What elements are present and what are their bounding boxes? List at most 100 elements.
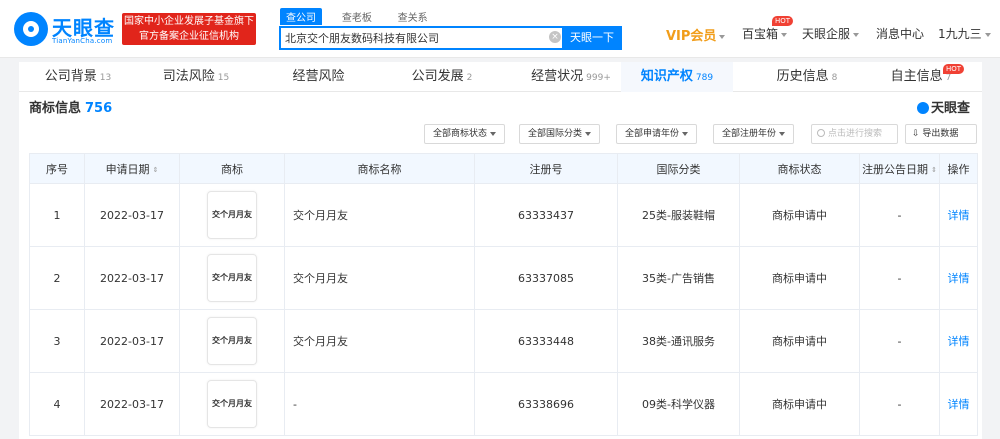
tab-company-background[interactable]: 公司背景 13: [37, 62, 119, 92]
export-icon: ⇩: [912, 129, 923, 139]
brand-watermark: 天眼查: [917, 97, 970, 116]
search-box: ×: [279, 26, 562, 50]
cell-name: 交个月月友: [284, 309, 475, 373]
trademark-image[interactable]: 交个月月友: [207, 191, 257, 239]
tab-search-relation[interactable]: 查关系: [392, 8, 434, 25]
toolbox-label: 百宝箱: [742, 27, 779, 41]
tab-self-info[interactable]: 自主信息 7 HOT: [885, 62, 965, 92]
cell-class: 35类-广告销售: [617, 246, 740, 310]
cell-reg-no: 63338696: [474, 372, 618, 436]
sort-icon: ⇕: [152, 165, 159, 174]
fund-badge-line2: 官方备案企业征信机构: [139, 31, 239, 42]
toolbox-menu[interactable]: 百宝箱 HOT: [742, 16, 794, 42]
cell-status: 商标申请中: [739, 183, 860, 247]
cell-action: 详情: [939, 372, 978, 436]
cell-date: 2022-03-17: [84, 246, 180, 310]
fund-badge[interactable]: 国家中小企业发展子基金旗下 官方备案企业征信机构: [122, 13, 256, 45]
cell-status: 商标申请中: [739, 246, 860, 310]
chevron-down-icon: [781, 32, 788, 37]
col-header: 注册号: [474, 153, 618, 184]
cell-no: 2: [29, 246, 85, 310]
cell-status: 商标申请中: [739, 372, 860, 436]
col-header: 商标: [179, 153, 285, 184]
cell-no: 4: [29, 372, 85, 436]
enterprise-service-label: 天眼企服: [802, 27, 851, 41]
col-header: 序号: [29, 153, 85, 184]
col-header: 商标名称: [284, 153, 475, 184]
cell-date: 2022-03-17: [84, 372, 180, 436]
chevron-down-icon: [984, 32, 991, 37]
chevron-down-icon: [779, 131, 786, 136]
table-row: 3 2022-03-17 交个月月友 交个月月友 63333448 38类-通讯…: [29, 309, 978, 373]
section-title-text: 商标信息: [29, 101, 82, 116]
hot-badge: HOT: [943, 64, 965, 74]
content-card: 公司背景 13 司法风险 15 经营风险 公司发展 2 经营状况 999+ 知识产权 78…: [19, 62, 982, 439]
cell-reg-no: 63333448: [474, 309, 618, 373]
search-input[interactable]: [285, 30, 535, 46]
tab-operating-risk[interactable]: 经营风险: [289, 62, 351, 92]
cell-action: 详情: [939, 246, 978, 310]
logo-subtitle: TianYanCha.com: [52, 37, 113, 45]
cell-reg-no: 63333437: [474, 183, 618, 247]
table-header-row: 序号 申请日期 ⇕ 商标 商标名称 注册号 国际分类 商标状态 注册公告日期 ⇕ 操…: [29, 153, 978, 184]
tab-judicial-risk[interactable]: 司法风险 15: [150, 62, 242, 92]
message-center-link[interactable]: 消息中心: [876, 25, 924, 42]
cell-date: 2022-03-17: [84, 183, 180, 247]
tab-search-company[interactable]: 查公司: [280, 8, 322, 25]
username: 1九九三: [938, 27, 982, 41]
chevron-down-icon: [490, 131, 497, 136]
apply-year-filter[interactable]: 全部申请年份: [616, 124, 698, 144]
col-header-sortable[interactable]: 申请日期 ⇕: [84, 153, 180, 184]
reg-year-filter[interactable]: 全部注册年份: [713, 124, 795, 144]
tab-intellectual-property[interactable]: 知识产权 789: [621, 62, 733, 92]
table-row: 2 2022-03-17 交个月月友 交个月月友 63337085 35类-广告…: [29, 246, 978, 310]
cell-notice-date: -: [859, 183, 940, 247]
tab-history-info[interactable]: 历史信息 8: [771, 62, 843, 92]
cell-status: 商标申请中: [739, 309, 860, 373]
cell-notice-date: -: [859, 246, 940, 310]
user-menu[interactable]: 1九九三: [938, 25, 991, 42]
col-header-sortable[interactable]: 注册公告日期 ⇕: [859, 153, 940, 184]
cell-name: -: [284, 372, 475, 436]
filter-bar: 全部商标状态 全部国际分类 全部申请年份 全部注册年份 点击进行搜索 ⇩ 导出数…: [19, 124, 982, 146]
site-logo[interactable]: 天眼查 TianYanCha.com: [14, 10, 118, 48]
section-count: 756: [85, 101, 113, 116]
col-header: 操作: [939, 153, 978, 184]
status-filter[interactable]: 全部商标状态: [424, 124, 506, 144]
col-header: 商标状态: [739, 153, 860, 184]
chevron-down-icon: [682, 131, 689, 136]
enterprise-service-menu[interactable]: 天眼企服: [802, 25, 860, 42]
detail-link[interactable]: 详情: [948, 209, 970, 222]
tab-search-boss[interactable]: 查老板: [336, 8, 378, 25]
chevron-down-icon: [719, 34, 726, 39]
clear-icon[interactable]: ×: [549, 31, 561, 43]
trademark-image[interactable]: 交个月月友: [207, 254, 257, 302]
search-type-tabs: 查公司 查老板 查关系: [280, 8, 444, 25]
col-header: 国际分类: [617, 153, 740, 184]
detail-link[interactable]: 详情: [948, 272, 970, 285]
sort-icon: ⇕: [931, 165, 937, 174]
cell-reg-no: 63337085: [474, 246, 618, 310]
trademark-table: 序号 申请日期 ⇕ 商标 商标名称 注册号 国际分类 商标状态 注册公告日期 ⇕ 操…: [29, 153, 978, 436]
trademark-image[interactable]: 交个月月友: [207, 317, 257, 365]
eye-logo-icon: [14, 12, 48, 46]
tab-business-status[interactable]: 经营状况 999+: [523, 62, 619, 92]
cell-notice-date: -: [859, 309, 940, 373]
vip-menu[interactable]: VIP会员: [666, 25, 726, 44]
chevron-down-icon: [585, 131, 592, 136]
search-button[interactable]: 天眼一下: [562, 26, 622, 50]
intl-class-filter[interactable]: 全部国际分类: [519, 124, 601, 144]
detail-link[interactable]: 详情: [948, 398, 970, 411]
trademark-image[interactable]: 交个月月友: [207, 380, 257, 428]
hot-badge: HOT: [772, 16, 794, 26]
cell-date: 2022-03-17: [84, 309, 180, 373]
tab-company-development[interactable]: 公司发展 2: [405, 62, 479, 92]
cell-logo: 交个月月友: [179, 183, 285, 247]
detail-link[interactable]: 详情: [948, 335, 970, 348]
export-button[interactable]: ⇩ 导出数据: [905, 124, 977, 144]
cell-name: 交个月月友: [284, 246, 475, 310]
cell-action: 详情: [939, 309, 978, 373]
table-search-input[interactable]: 点击进行搜索: [811, 124, 898, 144]
cell-class: 25类-服装鞋帽: [617, 183, 740, 247]
cell-class: 38类-通讯服务: [617, 309, 740, 373]
